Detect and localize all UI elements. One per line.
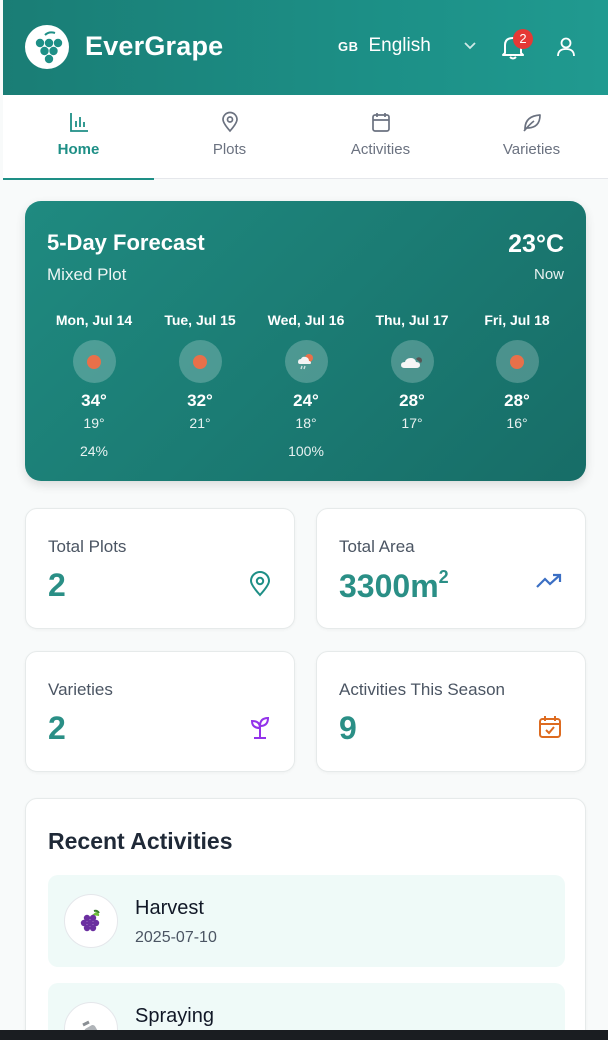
sun-icon [72,340,116,383]
forecast-title: 5-Day Forecast [47,230,205,255]
stat-label: Varieties [48,680,113,699]
tab-label: Home [57,141,100,158]
activity-name: Spraying [135,1005,214,1027]
total-area-card[interactable]: Total Area 3300m2 [316,508,586,629]
tab-label: Activities [350,141,411,158]
area-unit-exponent: 2 [438,567,449,587]
activities-season-card[interactable]: Activities This Season 9 [316,651,586,772]
brand-name[interactable]: EverGrape [85,31,223,62]
grapes-icon [64,894,118,948]
tab-plots[interactable]: Plots [154,95,305,179]
day-low: 21° [189,415,211,431]
sprout-icon [248,714,272,745]
leaf-icon [521,111,543,137]
day-high: 34° [81,391,107,410]
total-plots-card[interactable]: Total Plots 2 [25,508,295,629]
language-selector[interactable]: GB English [338,35,477,57]
calendar-check-icon [537,714,563,745]
day-precip: 24% [79,443,109,459]
sun-icon [178,340,222,383]
sun-icon [495,340,539,383]
forecast-day: Thu, Jul 17 28° 17° [359,312,465,431]
day-low: 16° [506,415,528,431]
stat-value: 9 [339,710,357,746]
grape-logo-icon[interactable] [25,25,69,69]
tab-varieties[interactable]: Varieties [456,95,607,179]
gb-flag-icon: GB [338,38,359,54]
stat-value: 2 [48,567,66,603]
stat-value: 3300m2 [339,567,449,605]
current-label: Now [533,266,564,283]
day-name: Wed, Jul 16 [267,312,345,328]
forecast-day: Wed, Jul 16 24° 18° 100% [253,312,359,459]
calendar-icon [370,111,392,137]
forecast-day: Mon, Jul 14 34° 19° 24% [41,312,147,459]
varieties-card[interactable]: Varieties 2 [25,651,295,772]
language-label: English [368,35,431,56]
stat-label: Total Area [339,537,415,556]
activity-item[interactable]: Harvest 2025-07-10 [48,875,565,967]
forecast-day: Tue, Jul 15 32° 21° [147,312,253,431]
map-pin-icon [248,571,272,602]
current-temperature: 23°C [508,230,564,258]
tab-activities[interactable]: Activities [305,95,456,179]
day-name: Mon, Jul 14 [55,312,133,328]
trending-up-icon [535,571,563,596]
forecast-plot-name: Mixed Plot [47,265,127,284]
cloud-icon [390,340,434,383]
day-precip: 100% [288,443,324,459]
day-name: Thu, Jul 17 [375,312,449,328]
day-low: 19° [83,415,105,431]
bar-chart-icon [68,111,90,137]
stat-label: Activities This Season [339,680,505,699]
day-low: 17° [401,415,423,431]
nav-tabs: Home Plots Activities Varieties [3,95,608,180]
day-name: Tue, Jul 15 [164,312,236,328]
tab-home[interactable]: Home [3,95,154,180]
tab-label: Plots [212,141,247,158]
notification-badge: 2 [513,29,533,49]
day-high: 28° [504,391,530,410]
user-icon[interactable] [555,36,577,63]
stat-label: Total Plots [48,537,127,556]
forecast-day: Fri, Jul 18 28° 16° [464,312,570,431]
day-name: Fri, Jul 18 [484,312,550,328]
day-high: 24° [293,391,319,410]
system-bottom-bar [0,1030,608,1040]
day-high: 32° [187,391,213,410]
activity-date: 2025-07-10 [135,929,217,946]
area-value: 3300m [339,568,439,604]
tab-label: Varieties [502,141,561,158]
chevron-down-icon [463,35,477,57]
map-pin-icon [219,111,241,137]
activity-name: Harvest [135,897,204,919]
rain-sun-icon [284,340,328,383]
forecast-card: 5-Day Forecast Mixed Plot 23°C Now Mon, … [25,201,586,481]
recent-activities-card: Recent Activities Harvest 2025-07-10 Spr… [25,798,586,1040]
stat-value: 2 [48,710,66,746]
section-title: Recent Activities [48,828,233,854]
day-high: 28° [399,391,425,410]
day-low: 18° [295,415,317,431]
app-header: EverGrape GB English 2 [3,0,608,95]
